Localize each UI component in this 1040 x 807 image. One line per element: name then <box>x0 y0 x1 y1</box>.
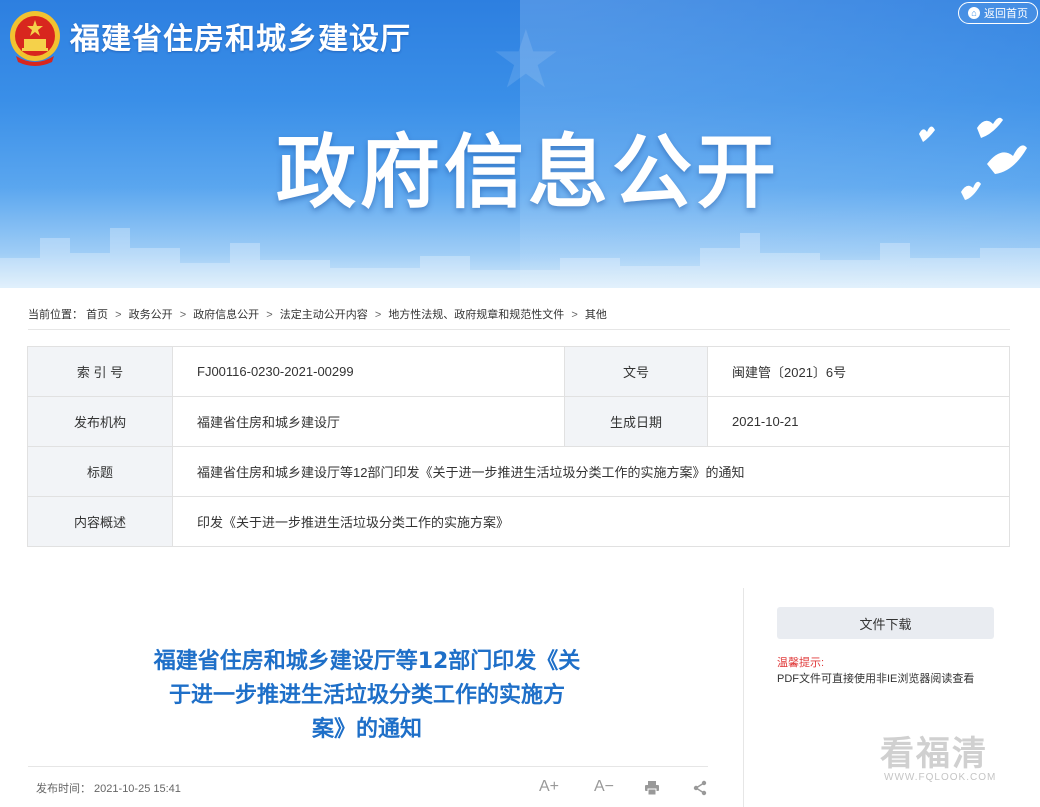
doves-decoration-icon <box>919 117 1027 200</box>
site-title: 福建省住房和城乡建设厅 <box>70 22 411 57</box>
breadcrumb-separator: > <box>266 309 273 321</box>
share-icon <box>693 780 707 796</box>
title-label: 标题 <box>27 446 173 497</box>
summary-label: 内容概述 <box>27 496 173 547</box>
breadcrumb-item-statutory[interactable]: 法定主动公开内容 <box>280 309 368 321</box>
breadcrumb-item-other[interactable]: 其他 <box>585 309 607 321</box>
document-info-table: 索 引 号 FJ00116-0230-2021-00299 文号 闽建管〔202… <box>27 346 1010 547</box>
docno-label: 文号 <box>564 346 708 397</box>
docno-value: 闽建管〔2021〕6号 <box>707 346 1010 397</box>
org-label: 发布机构 <box>27 396 173 447</box>
font-increase-button[interactable]: A+ <box>534 778 564 796</box>
article-title-line: 案》的通知 <box>311 717 422 742</box>
national-emblem-icon <box>10 11 60 66</box>
title-value: 福建省住房和城乡建设厅等12部门印发《关于进一步推进生活垃圾分类工作的实施方案》… <box>172 446 1010 497</box>
breadcrumb-item-affairs[interactable]: 政务公开 <box>129 309 173 321</box>
watermark-logo: 看福清 WWW.FQLOOK.COM <box>880 726 1020 790</box>
date-label: 生成日期 <box>564 396 708 447</box>
breadcrumb-divider <box>28 329 1010 330</box>
table-row: 索 引 号 FJ00116-0230-2021-00299 文号 闽建管〔202… <box>27 346 1010 397</box>
article-title: 福建省住房和城乡建设厅等12部门印发《关 于进一步推进生活垃圾分类工作的实施方 … <box>128 645 606 747</box>
breadcrumb: 当前位置： 首页 > 政务公开 > 政府信息公开 > 法定主动公开内容 > 地方… <box>28 306 607 322</box>
tip-heading: 温馨提示: <box>777 657 825 669</box>
breadcrumb-item-disclosure[interactable]: 政府信息公开 <box>193 309 259 321</box>
home-button-label: 返回首页 <box>984 8 1028 20</box>
index-value: FJ00116-0230-2021-00299 <box>172 346 565 397</box>
print-button[interactable] <box>644 780 660 801</box>
breadcrumb-separator: > <box>115 309 122 321</box>
article-title-line: 福建省住房和城乡建设厅等12部门印发《关 <box>153 649 581 674</box>
table-row: 内容概述 印发《关于进一步推进生活垃圾分类工作的实施方案》 <box>27 496 1010 547</box>
publish-time: 发布时间： 2021-10-25 15:41 <box>36 783 181 795</box>
banner-star-icon: ★ <box>490 15 562 104</box>
article-title-line: 于进一步推进生活垃圾分类工作的实施方 <box>168 683 565 708</box>
index-label: 索 引 号 <box>27 346 173 397</box>
breadcrumb-separator: > <box>571 309 578 321</box>
table-row: 标题 福建省住房和城乡建设厅等12部门印发《关于进一步推进生活垃圾分类工作的实施… <box>27 446 1010 497</box>
hero-title: 政府信息公开 <box>276 126 780 219</box>
home-icon: ⌂ <box>968 7 980 19</box>
breadcrumb-separator: > <box>179 309 187 321</box>
watermark-text: 看福清 <box>880 734 988 774</box>
share-button[interactable] <box>692 780 708 801</box>
font-decrease-button[interactable]: A− <box>589 778 619 796</box>
date-value: 2021-10-21 <box>707 396 1010 447</box>
file-download-button[interactable]: 文件下载 <box>777 607 994 639</box>
header-banner: ★ 福建省住房和城乡建设厅 ⌂ 返回首页 政府信息公开 <box>0 0 1040 288</box>
breadcrumb-separator: > <box>374 309 382 321</box>
content-divider <box>743 588 744 807</box>
article-meta-divider <box>28 766 708 767</box>
tip-text: PDF文件可直接使用非IE浏览器阅读查看 <box>777 673 975 685</box>
summary-value: 印发《关于进一步推进生活垃圾分类工作的实施方案》 <box>172 496 1010 547</box>
home-button[interactable]: ⌂ 返回首页 <box>958 2 1038 24</box>
table-row: 发布机构 福建省住房和城乡建设厅 生成日期 2021-10-21 <box>27 396 1010 447</box>
watermark-url: WWW.FQLOOK.COM <box>884 772 997 783</box>
printer-icon <box>645 781 659 796</box>
breadcrumb-item-home[interactable]: 首页 <box>86 309 108 321</box>
breadcrumb-item-regulations[interactable]: 地方性法规、政府规章和规范性文件 <box>388 309 564 321</box>
org-value: 福建省住房和城乡建设厅 <box>172 396 565 447</box>
breadcrumb-prefix: 当前位置： <box>28 309 83 321</box>
